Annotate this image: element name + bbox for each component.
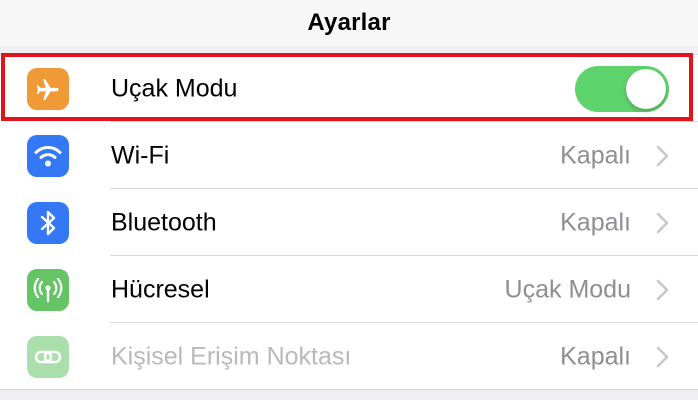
toggle-knob (626, 68, 666, 109)
bluetooth-row[interactable]: Bluetooth Kapalı (0, 189, 698, 256)
cellular-label: Hücresel (111, 275, 210, 303)
wifi-row[interactable]: Wi-Fi Kapalı (0, 122, 698, 189)
cellular-row[interactable]: Hücresel Uçak Modu (0, 256, 698, 323)
personal-hotspot-icon (27, 335, 69, 378)
airplane-mode-label: Uçak Modu (111, 74, 238, 102)
chevron-right-icon (656, 212, 669, 233)
bluetooth-icon (27, 201, 69, 244)
airplane-icon (27, 67, 69, 110)
personal-hotspot-status: Kapalı (560, 342, 631, 370)
airplane-mode-row[interactable]: Uçak Modu (0, 55, 698, 122)
wifi-icon (27, 134, 69, 177)
page-title: Ayarlar (307, 9, 391, 36)
chevron-right-icon (656, 145, 669, 166)
settings-list: Uçak Modu Wi-Fi Kapalı Bluetooth Kapalı … (0, 54, 698, 390)
chevron-right-icon (656, 346, 669, 367)
wifi-status: Kapalı (560, 141, 631, 169)
wifi-label: Wi-Fi (111, 141, 170, 169)
bluetooth-label: Bluetooth (111, 208, 217, 236)
airplane-mode-toggle[interactable] (575, 65, 669, 112)
personal-hotspot-row[interactable]: Kişisel Erişim Noktası Kapalı (0, 323, 698, 390)
personal-hotspot-label: Kişisel Erişim Noktası (111, 342, 352, 370)
navigation-bar: Ayarlar (0, 0, 698, 46)
cellular-status: Uçak Modu (504, 275, 631, 303)
cellular-antenna-icon (27, 268, 69, 311)
bluetooth-status: Kapalı (560, 208, 631, 236)
chevron-right-icon (656, 279, 669, 300)
